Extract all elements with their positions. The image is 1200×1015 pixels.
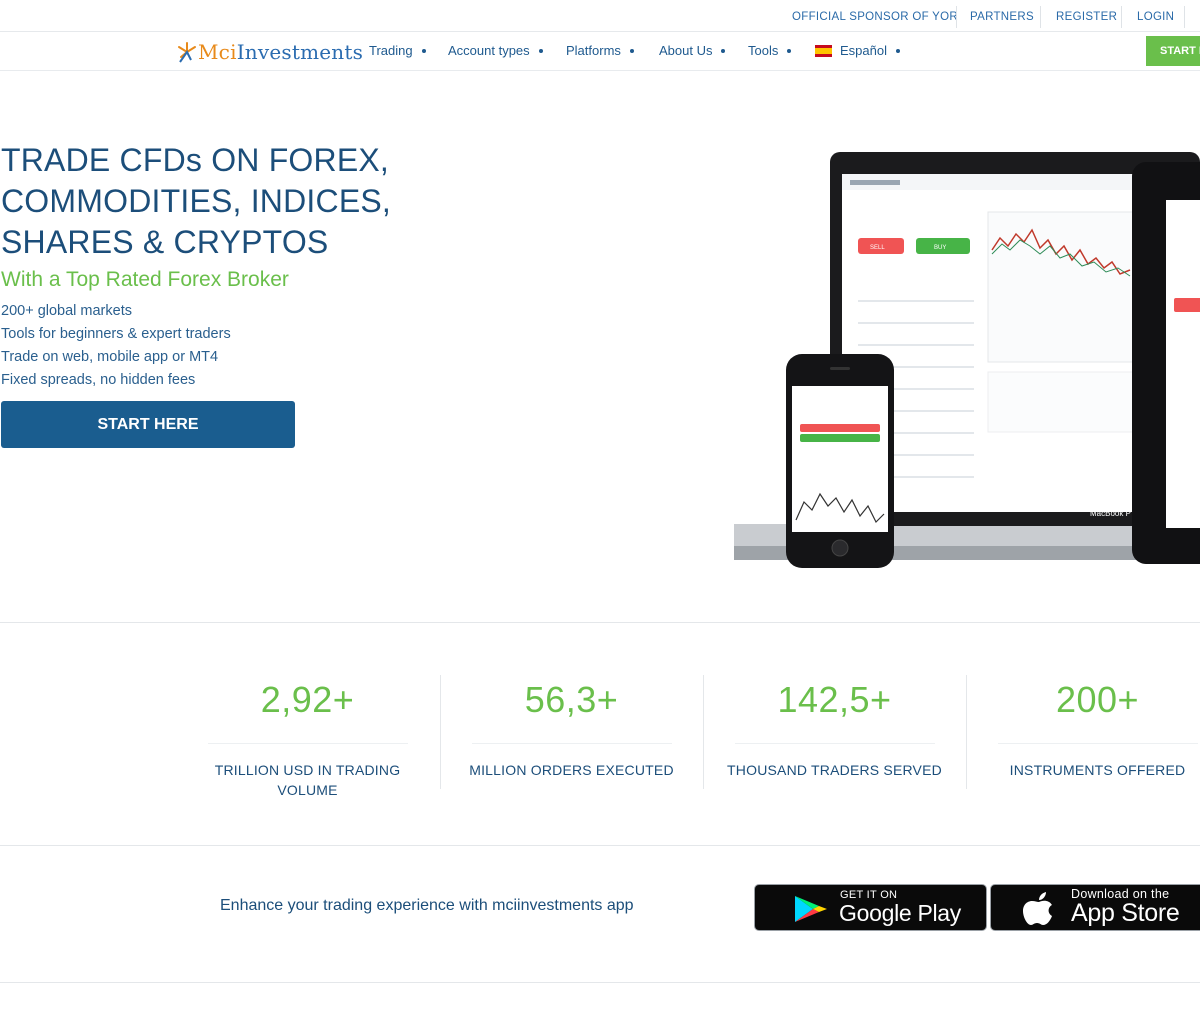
phone-buy-button [800,434,880,442]
hero-subtitle: With a Top Rated Forex Broker [1,268,289,291]
dropdown-dot-icon [895,48,900,53]
nav-label: Trading [369,43,413,58]
stat-label: TRILLION USD IN TRADING VOLUME [214,762,401,798]
logo-rest: Investments [236,40,364,64]
screen-logo [850,180,900,185]
screen-buy-label: BUY [934,245,946,251]
stat-trading-volume: 2,92+ TRILLION USD IN TRADING VOLUME [176,675,439,800]
nav-label: Account types [448,43,530,58]
hero-features: 200+ global markets Tools for beginners … [1,300,231,392]
sponsor-link[interactable]: OFFICIAL SPONSOR OF YOR [792,11,958,23]
phone-home-button [831,539,849,557]
feature-item: Fixed spreads, no hidden fees [1,372,196,388]
nav-label: About Us [659,43,713,58]
dropdown-dot-icon [787,48,792,53]
stat-line [207,743,408,744]
stat-orders-executed: 56,3+ MILLION ORDERS EXECUTED [440,675,703,780]
divider [1121,6,1122,28]
nav-label: Platforms [566,43,621,58]
tablet-screen [1166,200,1200,528]
tablet-sell-tile [1174,298,1200,312]
nav-account-types[interactable]: Account types [448,43,543,58]
logo-text: MciInvestments [198,40,363,64]
phone-screen [792,386,888,532]
stat-instruments-offered: 200+ INSTRUMENTS OFFERED [966,675,1200,780]
nav-label: Tools [748,43,779,58]
google-play-button[interactable]: GET IT ON Google Play [754,884,987,931]
top-utility-bar: OFFICIAL SPONSOR OF YOR PARTNERS REGISTE… [0,0,1200,32]
spain-flag-icon [815,44,832,57]
feature-item: Tools for beginners & expert traders [1,326,231,342]
hero-title-line: COMMODITIES, INDICES, [1,183,391,219]
stat-label: INSTRUMENTS OFFERED [1009,762,1186,778]
hero-title-line: TRADE CFDs ON FOREX, [1,142,390,178]
feature-item: Trade on web, mobile app or MT4 [1,349,219,365]
hero-title: TRADE CFDs ON FOREX, COMMODITIES, INDICE… [1,140,421,263]
logo-star-icon [178,42,196,63]
dropdown-dot-icon [538,48,543,53]
dropdown-dot-icon [629,48,634,53]
stat-traders-served: 142,5+ THOUSAND TRADERS SERVED [703,675,966,780]
phone-speaker [830,367,850,370]
phone-sell-button [800,424,880,432]
stat-value: 200+ [1055,679,1140,720]
login-link[interactable]: LOGIN [1137,11,1174,23]
section-divider [0,982,1200,983]
logo-accent: Mci [198,40,237,64]
stat-line [997,743,1198,744]
section-divider [0,622,1200,623]
nav-label: Español [840,43,887,58]
stat-value: 56,3+ [524,679,619,720]
dropdown-dot-icon [721,48,726,53]
apple-icon [1023,892,1052,925]
divider [1040,6,1041,28]
feature-item: 200+ global markets [1,303,132,319]
dropdown-dot-icon [421,48,426,53]
register-link[interactable]: REGISTER [1056,11,1117,23]
app-promo-text: Enhance your trading experience with mci… [220,897,634,914]
nav-platforms[interactable]: Platforms [566,43,634,58]
start-here-button[interactable]: START HERE [1,401,295,448]
screen-sell-label: SELL [870,245,885,251]
nav-language[interactable]: Español [815,43,900,58]
hero-title-line: SHARES & CRYPTOS [1,224,329,260]
stat-value: 142,5+ [777,679,892,720]
stat-value: 2,92+ [260,679,355,720]
stat-line [471,743,672,744]
nav-trading[interactable]: Trading [369,43,426,58]
google-play-icon [795,896,827,922]
stat-label: THOUSAND TRADERS SERVED [727,762,942,778]
brand-logo[interactable]: MciInvestments [176,37,363,67]
stat-line [734,743,935,744]
divider [1184,6,1185,28]
laptop-brand-label: MacBook P [1090,509,1131,518]
google-play-big-text: Google Play [839,900,961,926]
nav-tools[interactable]: Tools [748,43,792,58]
chart-panel [987,211,1139,363]
divider [956,6,957,28]
main-nav: MciInvestments Trading Account types Pla… [0,33,1200,71]
positions-panel [987,371,1139,433]
app-store-big-text: App Store [1071,899,1180,927]
start-here-nav-button[interactable]: START H [1146,36,1200,66]
devices-illustration: MacBook P SELL BUY [734,152,1200,568]
partners-link[interactable]: PARTNERS [970,11,1034,23]
stat-label: MILLION ORDERS EXECUTED [469,762,674,778]
section-divider [0,845,1200,846]
nav-about-us[interactable]: About Us [659,43,726,58]
app-store-button[interactable]: Download on the App Store [990,884,1200,931]
